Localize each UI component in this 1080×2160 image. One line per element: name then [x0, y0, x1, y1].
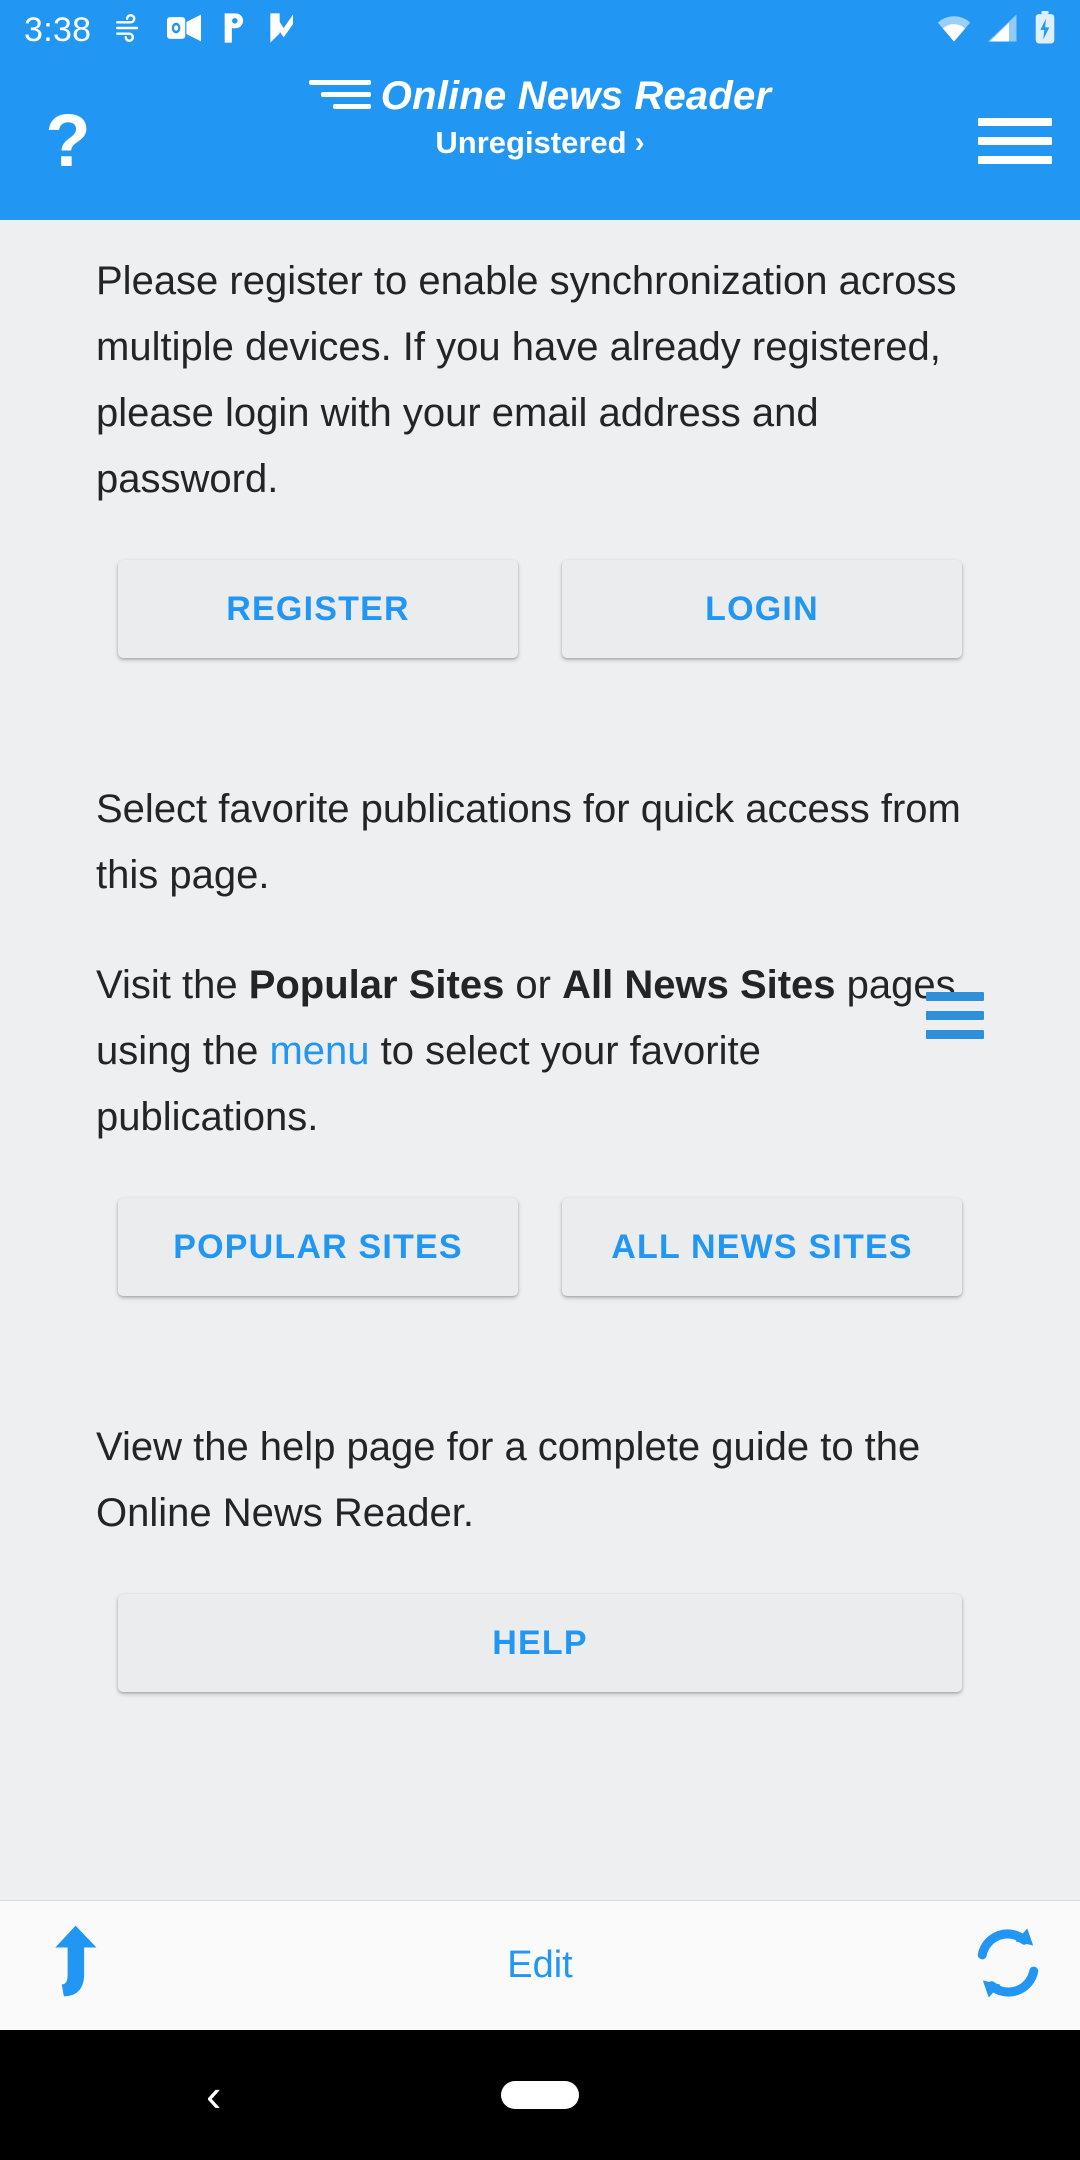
bottom-toolbar: Edit [0, 1900, 1080, 2030]
edit-button[interactable]: Edit [507, 1944, 572, 1987]
auth-button-row: REGISTER LOGIN [0, 560, 1080, 658]
outlook-icon [167, 13, 202, 48]
android-nav-bar: ‹ [0, 2030, 1080, 2160]
account-status-label: Unregistered [435, 125, 627, 160]
visit-middle: or [504, 963, 563, 1007]
register-button[interactable]: REGISTER [118, 560, 518, 658]
popular-sites-button[interactable]: POPULAR SITES [118, 1198, 518, 1296]
favorites-paragraph: Select favorite publications for quick a… [96, 787, 961, 897]
chevron-right-icon: › [634, 126, 645, 159]
toolbar-edit-slot: Edit [371, 1944, 708, 1987]
visit-prefix: Visit the [96, 963, 249, 1007]
speed-lines-logo-icon [308, 80, 371, 113]
hamburger-menu-icon[interactable] [978, 110, 1052, 172]
phone-screen: 3:38 ? Online News Reader Unregistered ›… [0, 0, 1080, 2160]
status-system-icons [936, 10, 1056, 50]
nav-back-icon[interactable]: ‹ [206, 2072, 221, 2118]
curved-up-arrow-icon[interactable] [34, 1923, 114, 2008]
sites-button-row: POPULAR SITES ALL NEWS SITES [0, 1198, 1080, 1296]
battery-charging-icon [1034, 10, 1056, 50]
help-button[interactable]: HELP [118, 1594, 962, 1692]
wind-icon [113, 11, 147, 50]
cell-signal-icon [986, 13, 1020, 48]
main-content: Please register to enable synchronizatio… [0, 220, 1080, 1900]
visit-paragraph-wrap: Visit the Popular Sites or All News Site… [0, 952, 1080, 1150]
status-bar: 3:38 [0, 0, 1080, 60]
toolbar-refresh-slot [709, 1925, 1080, 2006]
app-bar-title-block: Online News Reader Unregistered › [160, 74, 920, 161]
toolbar-back-slot [0, 1923, 371, 2008]
sync-refresh-icon[interactable] [970, 1925, 1046, 2006]
status-notification-icons [113, 11, 295, 50]
login-button[interactable]: LOGIN [562, 560, 962, 658]
help-button-row: HELP [0, 1594, 1080, 1692]
all-news-sites-button[interactable]: ALL NEWS SITES [562, 1198, 962, 1296]
todo-check-icon [267, 12, 295, 49]
app-bar: ? Online News Reader Unregistered › [0, 60, 1080, 220]
wifi-icon [936, 13, 972, 48]
register-paragraph: Please register to enable synchronizatio… [96, 259, 957, 501]
pandora-icon [221, 12, 247, 49]
status-clock: 3:38 [24, 11, 92, 49]
help-paragraph: View the help page for a complete guide … [96, 1425, 921, 1535]
visit-paragraph: Visit the Popular Sites or All News Site… [0, 952, 1080, 1150]
nav-home-pill-icon[interactable] [501, 2081, 579, 2109]
inline-hamburger-menu-icon[interactable] [926, 992, 984, 1039]
menu-link[interactable]: menu [269, 1029, 369, 1073]
all-news-sites-emphasis: All News Sites [562, 963, 836, 1007]
popular-sites-emphasis: Popular Sites [248, 963, 505, 1007]
help-question-icon[interactable]: ? [20, 86, 116, 196]
app-bar-title-row: Online News Reader [308, 74, 772, 119]
page-title: Online News Reader [380, 74, 772, 118]
account-status-button[interactable]: Unregistered › [435, 125, 644, 161]
